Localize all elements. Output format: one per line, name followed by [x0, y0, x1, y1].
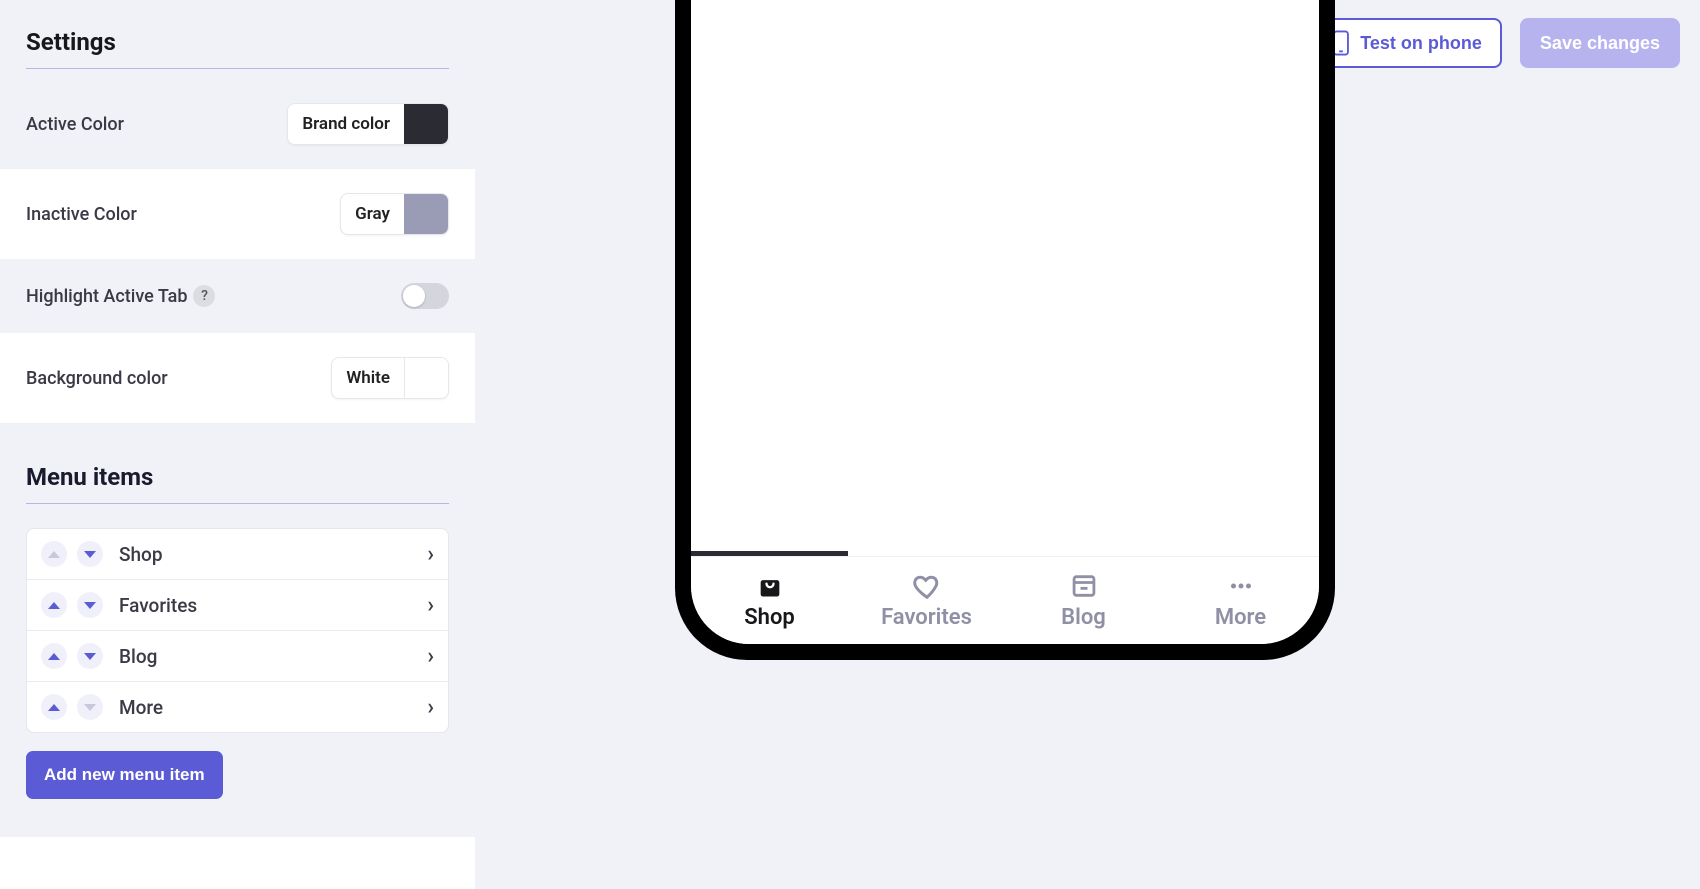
- test-on-phone-button[interactable]: Test on phone: [1312, 18, 1502, 68]
- top-actions: Test on phone Save changes: [1312, 18, 1680, 68]
- preview-area: Test on phone Save changes Shop: [475, 0, 1700, 889]
- move-down-button[interactable]: [77, 694, 103, 720]
- menu-item-label: More: [113, 696, 417, 719]
- bag-icon: [755, 571, 785, 601]
- inactive-color-row: Inactive Color Gray: [0, 169, 475, 259]
- menu-item-label: Favorites: [113, 594, 417, 617]
- tab-label: Shop: [744, 605, 795, 630]
- active-color-label: Active Color: [26, 114, 124, 135]
- chevron-right-icon: ›: [427, 695, 434, 720]
- tab-label: Favorites: [881, 605, 972, 630]
- save-changes-button[interactable]: Save changes: [1520, 18, 1680, 68]
- tab-label: Blog: [1061, 605, 1106, 630]
- caret-down-icon: [84, 653, 96, 660]
- settings-sidebar: Settings Active Color Brand color Inacti…: [0, 0, 475, 889]
- background-color-value: White: [332, 358, 404, 398]
- background-color-row: Background color White: [0, 333, 475, 423]
- phone-content: [691, 0, 1319, 556]
- background-color-swatch[interactable]: [404, 358, 448, 398]
- settings-header: Settings: [0, 0, 475, 79]
- background-color-control[interactable]: White: [331, 357, 449, 399]
- tab-label: More: [1215, 605, 1266, 630]
- caret-down-icon: [84, 704, 96, 711]
- inactive-color-label: Inactive Color: [26, 204, 137, 225]
- menu-items-header: Menu items: [0, 423, 475, 514]
- caret-up-icon: [48, 551, 60, 558]
- caret-up-icon: [48, 704, 60, 711]
- active-tab-indicator: [691, 551, 848, 556]
- move-up-button[interactable]: [41, 643, 67, 669]
- menu-item-row[interactable]: Shop ›: [27, 529, 448, 580]
- tab-shop[interactable]: Shop: [691, 557, 848, 644]
- menu-items-list: Shop › Favorites › Blog › More ›: [26, 528, 449, 733]
- active-color-row: Active Color Brand color: [0, 79, 475, 169]
- test-on-phone-label: Test on phone: [1360, 33, 1482, 54]
- add-menu-item-button[interactable]: Add new menu item: [26, 751, 223, 799]
- caret-up-icon: [48, 602, 60, 609]
- menu-item-row[interactable]: Blog ›: [27, 631, 448, 682]
- highlight-label: Highlight Active Tab ?: [26, 285, 215, 307]
- bottom-tabbar: Shop Favorites Blog: [691, 556, 1319, 644]
- help-icon[interactable]: ?: [193, 285, 215, 307]
- highlight-label-text: Highlight Active Tab: [26, 286, 187, 307]
- tab-blog[interactable]: Blog: [1005, 557, 1162, 644]
- active-color-value: Brand color: [288, 104, 404, 144]
- menu-item-label: Shop: [113, 543, 417, 566]
- phone-screen: Shop Favorites Blog: [691, 0, 1319, 644]
- caret-down-icon: [84, 551, 96, 558]
- menu-item-row[interactable]: More ›: [27, 682, 448, 732]
- inactive-color-swatch[interactable]: [404, 194, 448, 234]
- chevron-right-icon: ›: [427, 644, 434, 669]
- move-down-button[interactable]: [77, 541, 103, 567]
- move-up-button[interactable]: [41, 694, 67, 720]
- active-color-swatch[interactable]: [404, 104, 448, 144]
- highlight-toggle[interactable]: [401, 283, 449, 309]
- caret-down-icon: [84, 602, 96, 609]
- move-up-button[interactable]: [41, 592, 67, 618]
- menu-items-title: Menu items: [26, 463, 449, 504]
- chevron-right-icon: ›: [427, 593, 434, 618]
- inactive-color-control[interactable]: Gray: [340, 193, 449, 235]
- move-up-button[interactable]: [41, 541, 67, 567]
- menu-item-row[interactable]: Favorites ›: [27, 580, 448, 631]
- dots-icon: [1226, 571, 1256, 601]
- inactive-color-value: Gray: [341, 194, 404, 234]
- menu-items-section: Menu items Shop › Favorites › Blog ›: [0, 423, 475, 837]
- settings-title: Settings: [26, 28, 449, 69]
- move-down-button[interactable]: [77, 643, 103, 669]
- tab-more[interactable]: More: [1162, 557, 1319, 644]
- active-color-control[interactable]: Brand color: [287, 103, 449, 145]
- background-color-label: Background color: [26, 368, 168, 389]
- chevron-right-icon: ›: [427, 542, 434, 567]
- tab-favorites[interactable]: Favorites: [848, 557, 1005, 644]
- highlight-row: Highlight Active Tab ?: [0, 259, 475, 333]
- move-down-button[interactable]: [77, 592, 103, 618]
- menu-item-label: Blog: [113, 645, 417, 668]
- archive-icon: [1069, 571, 1099, 601]
- heart-icon: [912, 571, 942, 601]
- caret-up-icon: [48, 653, 60, 660]
- phone-mockup: Shop Favorites Blog: [675, 0, 1335, 660]
